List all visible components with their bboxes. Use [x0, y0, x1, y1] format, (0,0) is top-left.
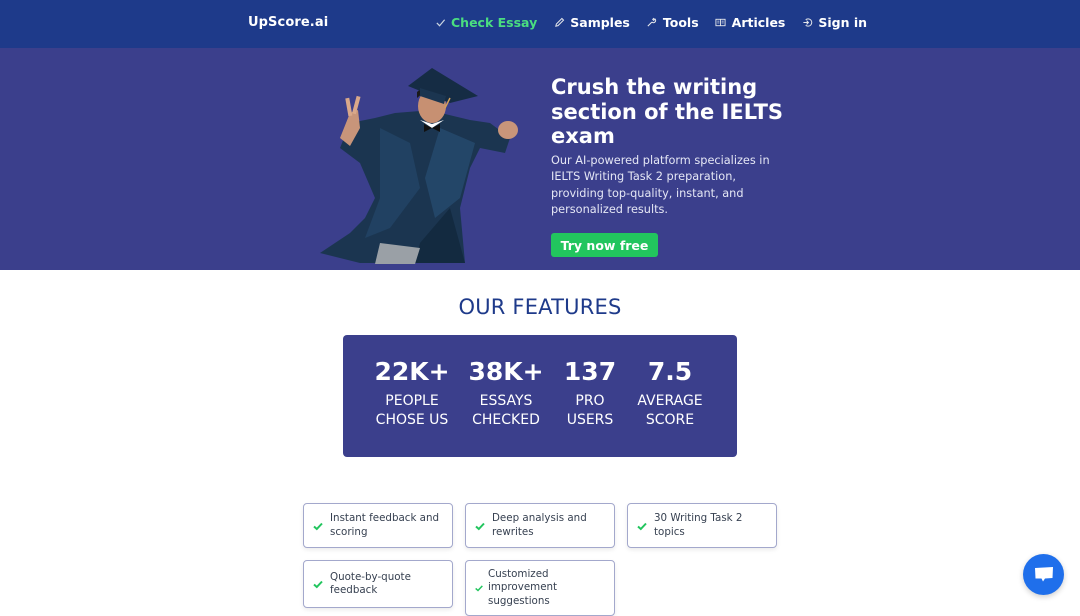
- nav-link-label: Tools: [662, 15, 699, 30]
- hero-section: Crush the writing section of the IELTS e…: [0, 48, 1080, 270]
- sign-in-icon: [801, 17, 813, 29]
- check-icon: [637, 522, 647, 530]
- nav-link-check-essay[interactable]: Check Essay: [434, 15, 537, 30]
- top-navbar: UpScore.ai Check Essay Samples Tools Art…: [0, 0, 1080, 48]
- nav-link-sign-in[interactable]: Sign in: [801, 15, 867, 30]
- stats-panel: 22K+ PEOPLE CHOSE US 38K+ ESSAYS CHECKED…: [343, 335, 737, 457]
- graduate-image: [320, 68, 518, 264]
- stat-label: AVERAGE SCORE: [637, 393, 703, 428]
- stat-value: 38K+: [468, 357, 544, 386]
- nav-link-label: Articles: [731, 15, 786, 30]
- check-icon: [313, 522, 323, 530]
- hero-title: Crush the writing section of the IELTS e…: [551, 75, 784, 148]
- feature-card-instant-feedback: Instant feedback and scoring: [303, 503, 453, 548]
- stat-label: PRO USERS: [566, 393, 614, 428]
- check-icon: [475, 585, 483, 592]
- brand-logo[interactable]: UpScore.ai: [248, 15, 328, 30]
- feature-card-text: Customized improvement suggestions: [488, 567, 558, 607]
- nav-links: Check Essay Samples Tools Articles Sign …: [434, 15, 883, 30]
- feature-card-text: Instant feedback and scoring: [330, 512, 440, 538]
- feature-card-text: 30 Writing Task 2 topics: [654, 512, 743, 538]
- hero-description: Our AI-powered platform specializes in I…: [551, 154, 770, 216]
- nav-link-label: Check Essay: [451, 15, 538, 30]
- stat-label: ESSAYS CHECKED: [472, 393, 540, 428]
- stat-label: PEOPLE CHOSE US: [375, 393, 449, 428]
- check-icon: [434, 17, 446, 29]
- stat-value: 137: [563, 357, 617, 386]
- pencil-icon: [553, 17, 565, 29]
- try-now-free-button[interactable]: Try now free: [551, 233, 658, 257]
- nav-link-label: Samples: [570, 15, 630, 30]
- features-title: OUR FEATURES: [458, 295, 622, 319]
- nav-link-samples[interactable]: Samples: [553, 15, 630, 30]
- wrench-icon: [646, 17, 658, 29]
- nav-link-tools[interactable]: Tools: [646, 15, 699, 30]
- stat-essays: 38K+ ESSAYS CHECKED: [466, 357, 546, 430]
- stat-value: 22K+: [374, 357, 450, 386]
- check-icon: [313, 580, 323, 589]
- stat-pro-users: 137 PRO USERS: [560, 357, 620, 430]
- stat-value: 7.5: [647, 357, 693, 386]
- check-icon: [475, 522, 485, 530]
- chat-widget-button[interactable]: [1023, 554, 1064, 595]
- chat-icon: [1034, 566, 1053, 581]
- feature-card-text: Quote-by-quote feedback: [330, 570, 411, 597]
- feature-card-text: Deep analysis and rewrites: [492, 512, 587, 538]
- feature-card-quote-feedback: Quote-by-quote feedback: [303, 560, 453, 608]
- book-icon: [715, 17, 727, 29]
- feature-card-deep-analysis: Deep analysis and rewrites: [465, 503, 615, 548]
- feature-card-topics: 30 Writing Task 2 topics: [627, 503, 777, 548]
- stat-average-score: 7.5 AVERAGE SCORE: [633, 357, 707, 430]
- nav-link-articles[interactable]: Articles: [715, 15, 786, 30]
- stat-people: 22K+ PEOPLE CHOSE US: [373, 357, 451, 430]
- nav-link-label: Sign in: [818, 15, 868, 30]
